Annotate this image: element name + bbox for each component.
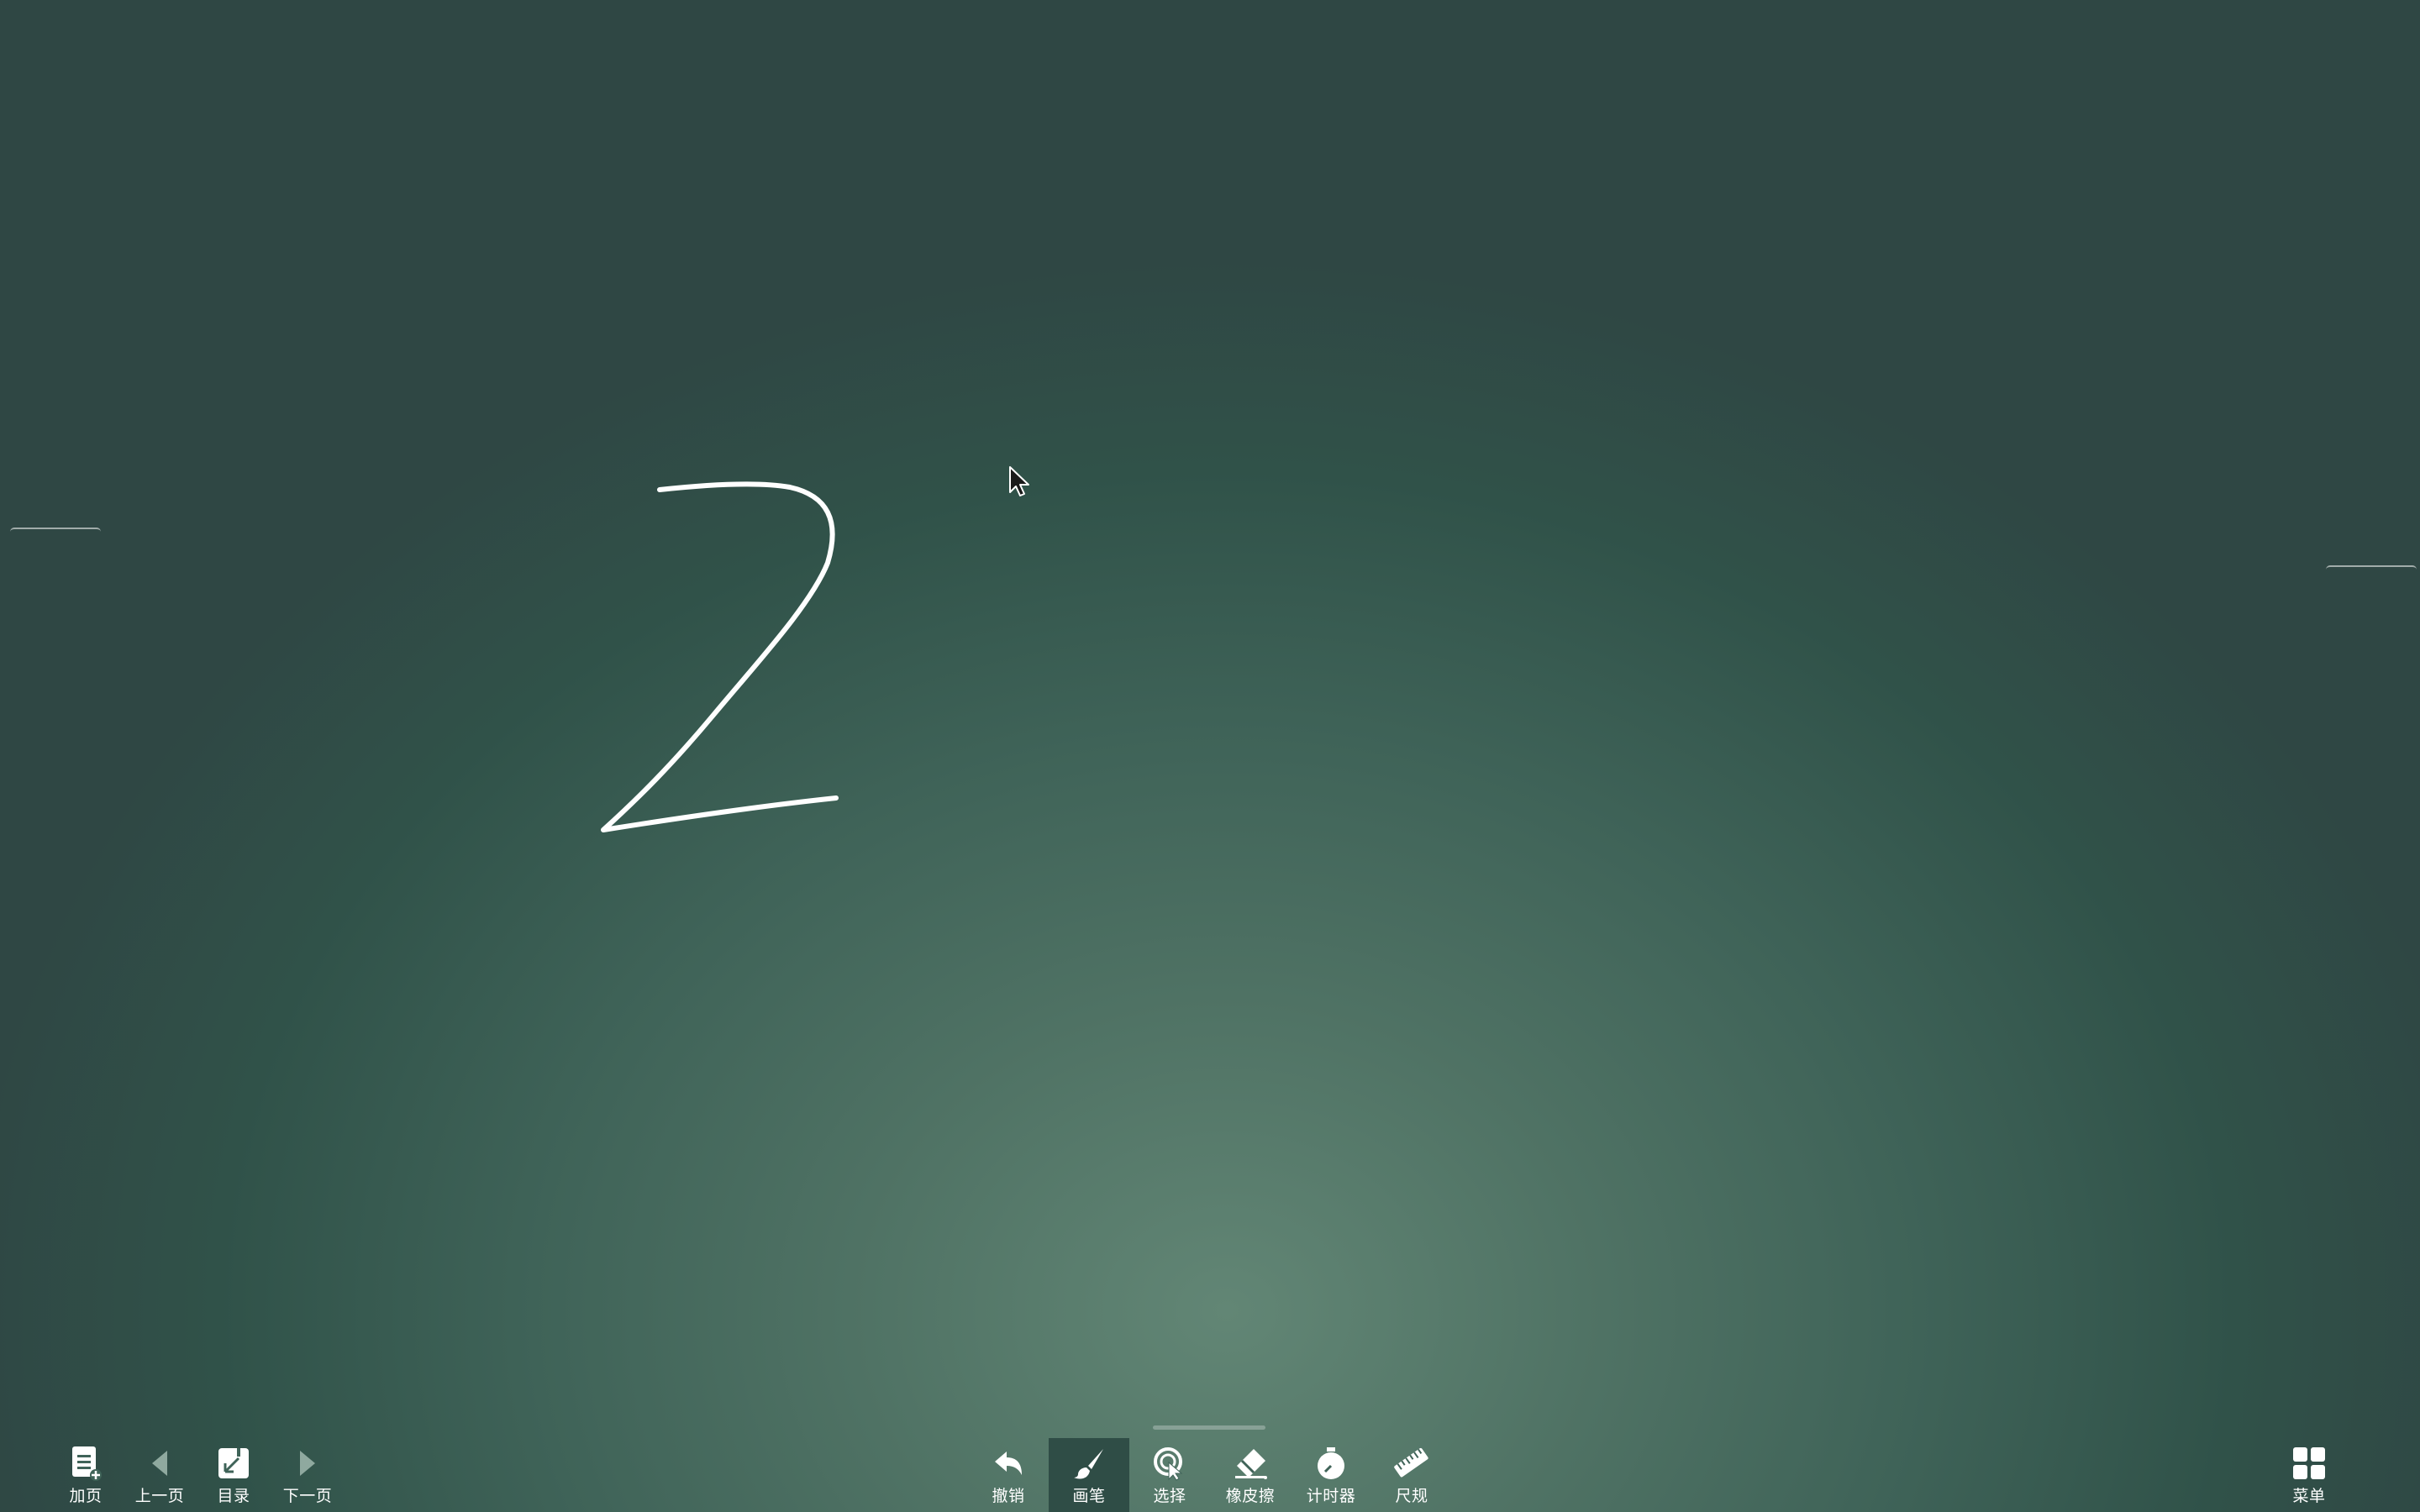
select-icon — [1150, 1443, 1190, 1483]
chalkboard-canvas[interactable]: 加页 上一页 目录 下一页 撤销 画笔 选择 橡皮擦 计时器 尺规 菜单 — [0, 0, 2420, 1512]
previous-page-label: 上一页 — [134, 1487, 185, 1505]
right-panel-handle[interactable] — [2326, 565, 2417, 570]
ruler-icon — [1392, 1443, 1432, 1483]
brush-button[interactable]: 画笔 — [1049, 1438, 1129, 1512]
arrow-left-icon — [139, 1443, 180, 1483]
toolbar-drag-handle[interactable] — [1153, 1425, 1265, 1430]
catalog-icon — [213, 1443, 254, 1483]
select-button[interactable]: 选择 — [1129, 1438, 1210, 1512]
left-panel-handle[interactable] — [10, 528, 101, 532]
ruler-button[interactable]: 尺规 — [1371, 1438, 1452, 1512]
brush-label: 画笔 — [1072, 1487, 1106, 1505]
next-page-label: 下一页 — [282, 1487, 333, 1505]
eraser-icon — [1230, 1443, 1270, 1483]
page-toolbar: 加页 上一页 目录 下一页 — [49, 1438, 345, 1512]
catalog-button[interactable]: 目录 — [197, 1438, 271, 1512]
timer-label: 计时器 — [1306, 1487, 1356, 1505]
next-page-button[interactable]: 下一页 — [271, 1438, 345, 1512]
menu-toolbar: 菜单 — [2270, 1438, 2348, 1512]
timer-button[interactable]: 计时器 — [1291, 1438, 1371, 1512]
add-page-label: 加页 — [69, 1487, 103, 1505]
timer-icon — [1311, 1443, 1351, 1483]
menu-button[interactable]: 菜单 — [2270, 1438, 2348, 1512]
catalog-label: 目录 — [217, 1487, 250, 1505]
brush-icon — [1069, 1443, 1109, 1483]
mouse-pointer-icon — [1009, 466, 1029, 496]
arrow-right-icon — [287, 1443, 328, 1483]
select-label: 选择 — [1153, 1487, 1186, 1505]
eraser-button[interactable]: 橡皮擦 — [1210, 1438, 1291, 1512]
undo-label: 撤销 — [992, 1487, 1025, 1505]
add-page-button[interactable]: 加页 — [49, 1438, 123, 1512]
drawing-toolbar: 撤销 画笔 选择 橡皮擦 计时器 尺规 — [968, 1438, 1452, 1512]
eraser-label: 橡皮擦 — [1225, 1487, 1276, 1505]
handwritten-stroke-2 — [601, 481, 839, 832]
menu-label: 菜单 — [2292, 1487, 2326, 1505]
menu-grid-icon — [2289, 1443, 2329, 1483]
previous-page-button[interactable]: 上一页 — [123, 1438, 197, 1512]
add-page-icon — [66, 1443, 106, 1483]
ruler-label: 尺规 — [1395, 1487, 1428, 1505]
undo-icon — [988, 1443, 1028, 1483]
undo-button[interactable]: 撤销 — [968, 1438, 1049, 1512]
